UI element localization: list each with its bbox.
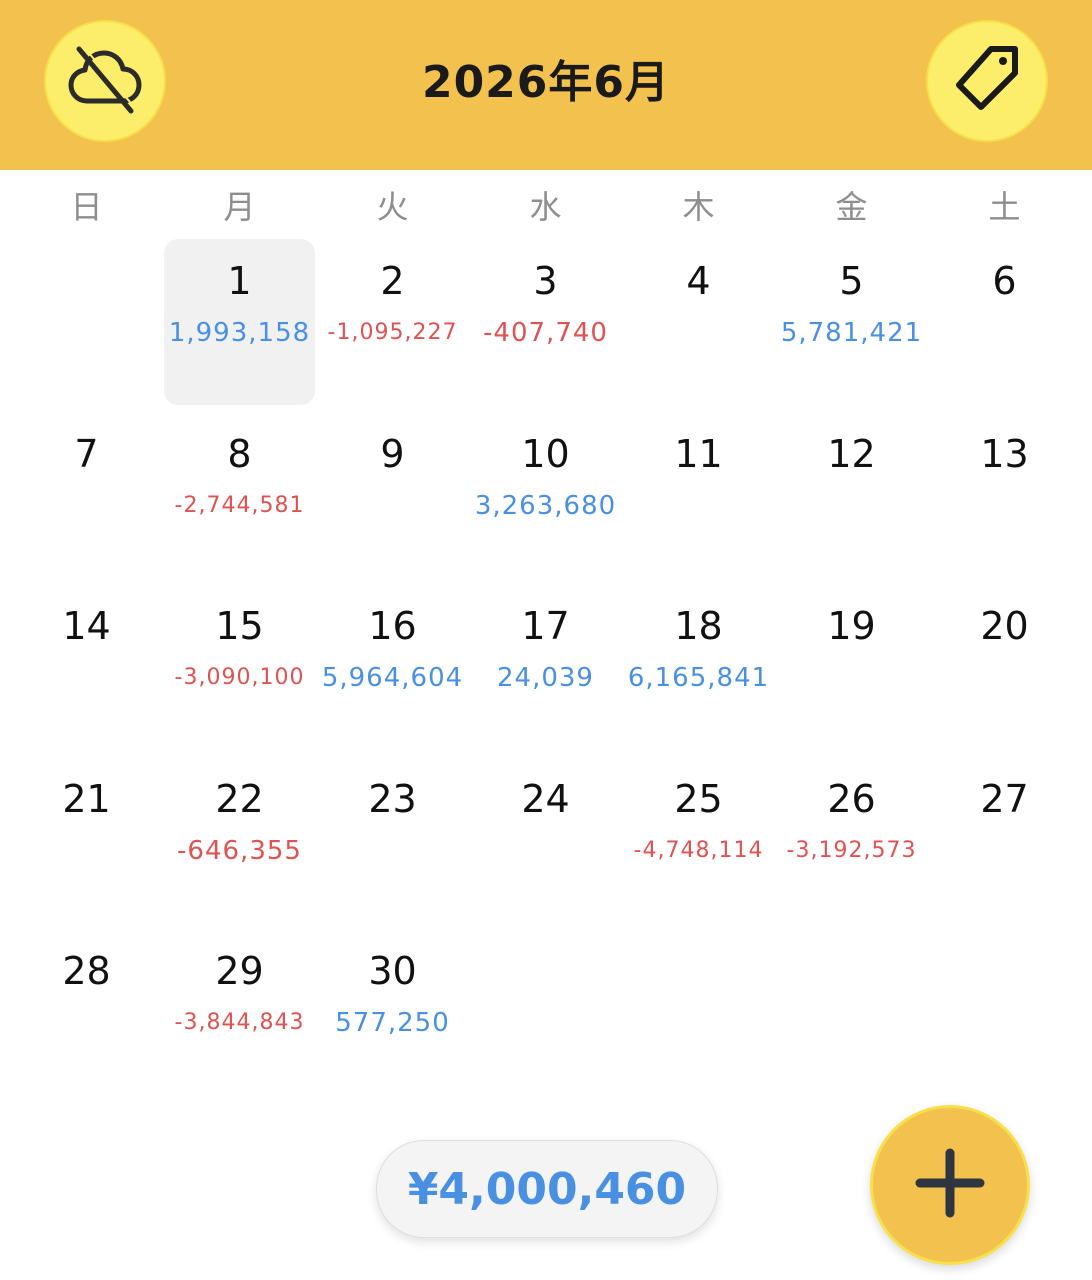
calendar-day-7[interactable]: 7: [10, 411, 163, 584]
day-number: 23: [368, 776, 417, 821]
calendar-day-6[interactable]: 6: [928, 238, 1081, 411]
weekday-wed: 水: [529, 188, 562, 226]
day-amount-negative: -4,748,114: [633, 837, 764, 863]
day-number: 19: [827, 604, 876, 648]
calendar-day-22[interactable]: 22 -646,355: [163, 756, 316, 929]
day-number: 28: [62, 949, 111, 993]
tag-icon: [949, 41, 1025, 121]
weekday-sat: 土: [988, 188, 1021, 226]
calendar-day-3[interactable]: 3 -407,740: [469, 238, 622, 411]
day-amount-negative: -2,744,581: [174, 492, 305, 518]
day-number: 24: [521, 776, 570, 821]
calendar-day-21[interactable]: 21: [10, 756, 163, 929]
day-amount-positive: 6,165,841: [627, 663, 770, 693]
weekday-mon: 月: [223, 188, 256, 226]
day-number: 1: [227, 259, 252, 303]
day-number: 3: [533, 259, 558, 303]
day-amount-negative: -3,192,573: [786, 837, 917, 863]
day-number: 12: [827, 431, 876, 476]
plus-icon: [915, 1148, 985, 1222]
day-number: 5: [839, 259, 864, 303]
day-amount-positive: 5,781,421: [780, 318, 923, 348]
day-number: 9: [380, 431, 405, 476]
calendar-day-13[interactable]: 13: [928, 411, 1081, 584]
cloud-off-icon: [65, 39, 145, 123]
day-number: 13: [980, 431, 1029, 476]
calendar-day-4[interactable]: 4: [622, 238, 775, 411]
calendar-day-5[interactable]: 5 5,781,421: [775, 238, 928, 411]
day-number: 14: [62, 604, 111, 648]
app-header: 2026年6月: [0, 0, 1092, 170]
day-number: 16: [368, 604, 417, 648]
day-amount-negative: -407,740: [483, 318, 608, 348]
calendar-day-28[interactable]: 28: [10, 928, 163, 1101]
sync-off-button[interactable]: [44, 20, 166, 142]
day-number: 4: [686, 259, 711, 303]
calendar-day-9[interactable]: 9: [316, 411, 469, 584]
day-number: 21: [62, 776, 111, 821]
calendar-day-29[interactable]: 29 -3,844,843: [163, 928, 316, 1101]
weekday-sun: 日: [70, 188, 103, 226]
day-amount-positive: 577,250: [335, 1008, 450, 1038]
calendar-grid: 1 1,993,158 2 -1,095,227 3 -407,740 4 5 5,781,42…: [10, 238, 1082, 1101]
day-amount-positive: 1,993,158: [168, 318, 311, 348]
calendar-day-25[interactable]: 25 -4,748,114: [622, 756, 775, 929]
calendar-day-26[interactable]: 26 -3,192,573: [775, 756, 928, 929]
calendar-day-20[interactable]: 20: [928, 583, 1081, 756]
day-amount-negative: -1,095,227: [327, 320, 458, 345]
weekday-fri: 金: [835, 188, 868, 226]
day-number: 10: [521, 431, 570, 476]
calendar-day-8[interactable]: 8 -2,744,581: [163, 411, 316, 584]
day-amount-positive: 24,039: [497, 663, 594, 693]
day-number: 30: [368, 949, 417, 993]
day-number: 8: [227, 431, 252, 476]
calendar-day-15[interactable]: 15 -3,090,100: [163, 583, 316, 756]
calendar-day-30[interactable]: 30 577,250: [316, 928, 469, 1101]
month-total[interactable]: ¥4,000,460: [376, 1140, 718, 1238]
day-amount-negative: -3,844,843: [174, 1010, 305, 1035]
day-amount-negative: -646,355: [177, 835, 302, 866]
calendar-day-18[interactable]: 18 6,165,841: [622, 583, 775, 756]
day-number: 22: [215, 776, 264, 821]
day-amount-positive: 3,263,680: [474, 490, 617, 521]
day-amount-positive: 5,964,604: [321, 663, 464, 693]
day-number: 18: [674, 604, 723, 648]
calendar-day-23[interactable]: 23: [316, 756, 469, 929]
weekday-thu: 木: [682, 188, 715, 226]
calendar-day-24[interactable]: 24: [469, 756, 622, 929]
calendar-empty-cell: [10, 238, 163, 411]
day-number: 15: [215, 604, 264, 648]
add-entry-button[interactable]: [870, 1105, 1030, 1265]
calendar-day-1[interactable]: 1 1,993,158: [163, 238, 316, 411]
tag-button[interactable]: [926, 20, 1048, 142]
calendar-day-10[interactable]: 10 3,263,680: [469, 411, 622, 584]
day-number: 25: [674, 776, 723, 821]
weekday-header: 日 月 火 水 木 金 土: [10, 182, 1082, 232]
day-number: 29: [215, 949, 264, 993]
day-number: 20: [980, 604, 1029, 648]
calendar-day-19[interactable]: 19: [775, 583, 928, 756]
calendar-day-11[interactable]: 11: [622, 411, 775, 584]
day-number: 17: [521, 604, 570, 648]
calendar-day-16[interactable]: 16 5,964,604: [316, 583, 469, 756]
calendar-day-27[interactable]: 27: [928, 756, 1081, 929]
day-number: 2: [380, 259, 405, 303]
calendar-day-2[interactable]: 2 -1,095,227: [316, 238, 469, 411]
month-title: 2026年6月: [421, 57, 671, 108]
calendar-day-17[interactable]: 17 24,039: [469, 583, 622, 756]
day-amount-negative: -3,090,100: [174, 665, 305, 690]
day-number: 6: [992, 259, 1017, 303]
weekday-tue: 火: [376, 188, 409, 226]
day-number: 27: [980, 776, 1029, 821]
calendar-day-12[interactable]: 12: [775, 411, 928, 584]
day-number: 11: [674, 431, 723, 476]
day-number: 7: [74, 431, 99, 476]
calendar-day-14[interactable]: 14: [10, 583, 163, 756]
day-number: 26: [827, 776, 876, 821]
